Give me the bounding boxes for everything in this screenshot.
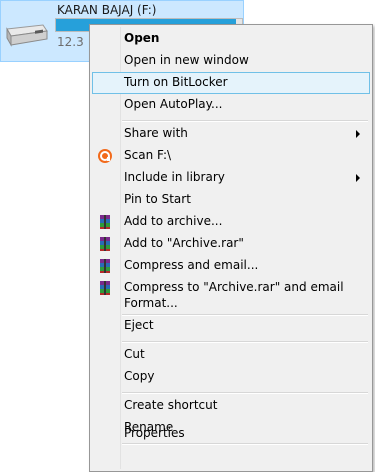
submenu-arrow-icon bbox=[356, 174, 360, 182]
menu-item-open-autoplay[interactable]: Open AutoPlay... bbox=[92, 94, 370, 116]
menu-item-add-to-archive[interactable]: Add to archive... bbox=[92, 211, 370, 233]
menu-separator bbox=[122, 341, 368, 343]
winrar-icon bbox=[100, 215, 110, 229]
menu-item-label: Scan F:\ bbox=[124, 148, 172, 162]
menu-item-label: Copy bbox=[124, 369, 155, 383]
context-menu: Open Open in new window Turn on BitLocke… bbox=[89, 24, 373, 472]
menu-item-add-to-archive-rar[interactable]: Add to "Archive.rar" bbox=[92, 233, 370, 255]
menu-separator bbox=[122, 392, 368, 394]
antivirus-scan-icon bbox=[98, 149, 112, 163]
menu-item-open-new-window[interactable]: Open in new window bbox=[92, 50, 370, 72]
usb-drive-icon bbox=[6, 24, 48, 47]
menu-item-share-with[interactable]: Share with bbox=[92, 123, 370, 145]
menu-item-label: Eject bbox=[124, 318, 154, 332]
menu-item-label: Turn on BitLocker bbox=[124, 75, 228, 89]
menu-item-label: Open bbox=[124, 31, 160, 45]
menu-item-label: Cut bbox=[124, 347, 145, 361]
menu-item-label: Create shortcut bbox=[124, 398, 218, 412]
menu-item-format[interactable]: Format... bbox=[92, 293, 370, 315]
menu-item-create-shortcut[interactable]: Create shortcut bbox=[92, 395, 370, 417]
menu-item-label: Add to "Archive.rar" bbox=[124, 236, 244, 250]
menu-item-pin-to-start[interactable]: Pin to Start bbox=[92, 189, 370, 211]
menu-item-label: Properties bbox=[124, 426, 185, 440]
menu-item-label: Open AutoPlay... bbox=[124, 97, 223, 111]
menu-item-label: Compress and email... bbox=[124, 258, 259, 272]
drive-size-text: 12.3 GB bbox=[57, 35, 87, 49]
menu-item-include-in-library[interactable]: Include in library bbox=[92, 167, 370, 189]
menu-item-open[interactable]: Open bbox=[92, 28, 370, 50]
menu-item-label: Add to archive... bbox=[124, 214, 223, 228]
drive-name: KARAN BAJAJ (F:) bbox=[57, 3, 157, 17]
menu-item-label: Share with bbox=[124, 126, 188, 140]
winrar-icon bbox=[100, 237, 110, 251]
menu-item-turn-on-bitlocker[interactable]: Turn on BitLocker bbox=[92, 72, 370, 94]
menu-item-scan[interactable]: Scan F:\ bbox=[92, 145, 370, 167]
menu-item-compress-and-email[interactable]: Compress and email... bbox=[92, 255, 370, 277]
menu-item-label: Include in library bbox=[124, 170, 225, 184]
menu-item-label: Pin to Start bbox=[124, 192, 191, 206]
submenu-arrow-icon bbox=[356, 130, 360, 138]
menu-item-eject[interactable]: Eject bbox=[92, 315, 370, 337]
menu-item-cut[interactable]: Cut bbox=[92, 344, 370, 366]
menu-item-properties[interactable]: Properties bbox=[92, 423, 370, 445]
menu-item-label: Open in new window bbox=[124, 53, 249, 67]
menu-separator bbox=[122, 120, 368, 122]
menu-item-copy[interactable]: Copy bbox=[92, 366, 370, 388]
menu-item-label: Format... bbox=[124, 296, 178, 310]
menu-item-label: Compress to "Archive.rar" and email bbox=[124, 280, 344, 294]
winrar-icon bbox=[100, 259, 110, 273]
